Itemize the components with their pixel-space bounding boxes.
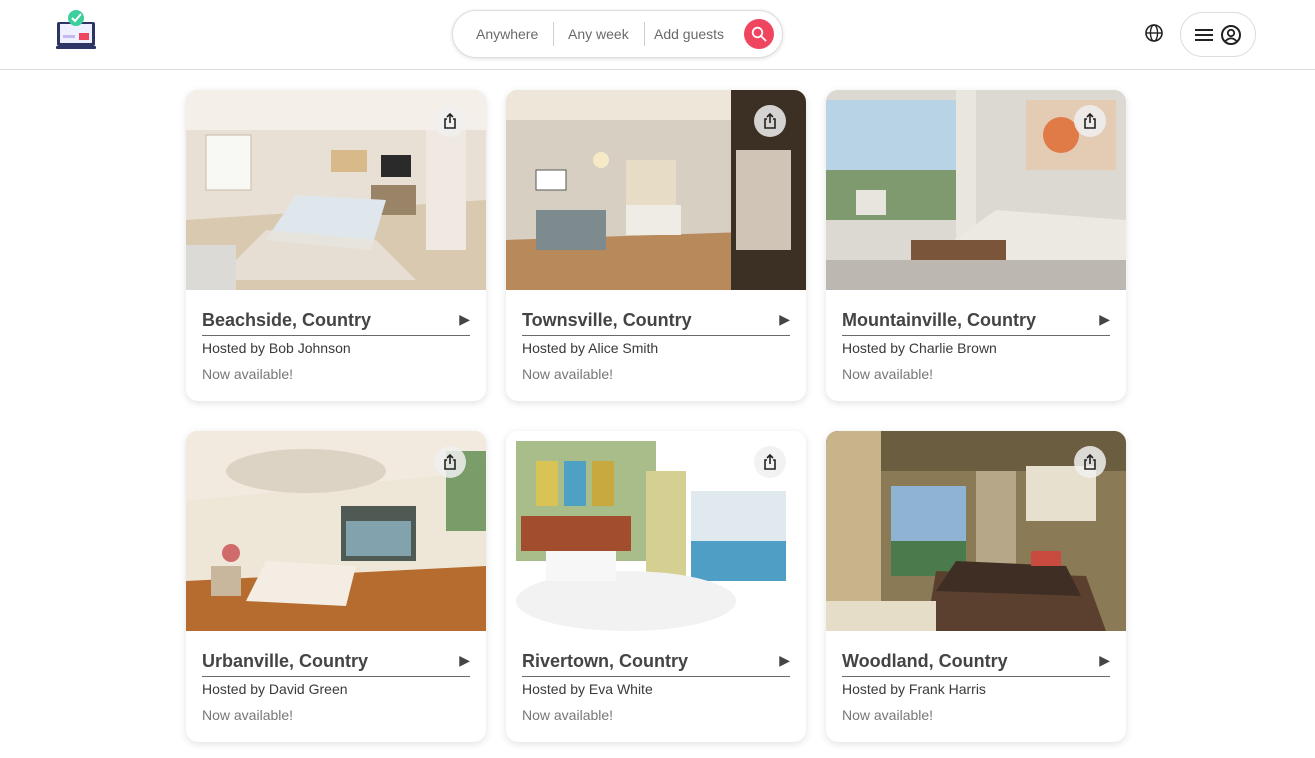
share-icon xyxy=(764,112,776,129)
play-arrow-icon[interactable]: ▶ xyxy=(1099,311,1110,328)
share-button[interactable] xyxy=(754,105,786,137)
listing-host: Hosted by Alice Smith xyxy=(522,340,659,356)
search-add-guests[interactable]: Add guests xyxy=(654,11,724,57)
listing-title-link[interactable]: Woodland, Country ▶ xyxy=(842,649,1110,677)
listing-title-link[interactable]: Townsville, Country ▶ xyxy=(522,308,790,336)
play-arrow-icon[interactable]: ▶ xyxy=(459,311,470,328)
hamburger-icon xyxy=(1195,28,1213,41)
listing-title-link[interactable]: Beachside, Country ▶ xyxy=(202,308,470,336)
listing-host: Hosted by Eva White xyxy=(522,681,653,697)
listing-card[interactable]: Mountainville, Country ▶ Hosted by Charl… xyxy=(826,90,1126,401)
user-circle-icon xyxy=(1221,24,1241,45)
listing-status: Now available! xyxy=(202,366,294,382)
search-divider xyxy=(644,22,645,46)
play-arrow-icon[interactable]: ▶ xyxy=(1099,652,1110,669)
listing-host: Hosted by Frank Harris xyxy=(842,681,986,697)
globe-icon[interactable] xyxy=(1143,22,1165,44)
play-arrow-icon[interactable]: ▶ xyxy=(779,652,790,669)
listing-card[interactable]: Beachside, Country ▶ Hosted by Bob Johns… xyxy=(186,90,486,401)
listing-status: Now available! xyxy=(522,366,614,382)
user-menu-button[interactable] xyxy=(1180,12,1256,57)
search-button[interactable] xyxy=(744,19,774,49)
top-header: Anywhere Any week Add guests xyxy=(0,0,1315,70)
listing-status: Now available! xyxy=(522,707,614,723)
listing-host: Hosted by Charlie Brown xyxy=(842,340,997,356)
search-icon xyxy=(751,26,767,42)
listing-card[interactable]: Townsville, Country ▶ Hosted by Alice Sm… xyxy=(506,90,806,401)
share-button[interactable] xyxy=(754,446,786,478)
share-button[interactable] xyxy=(1074,105,1106,137)
listing-title-link[interactable]: Mountainville, Country ▶ xyxy=(842,308,1110,336)
listing-status: Now available! xyxy=(842,707,934,723)
listing-status: Now available! xyxy=(842,366,934,382)
listing-card[interactable]: Rivertown, Country ▶ Hosted by Eva White… xyxy=(506,431,806,742)
share-icon xyxy=(1084,112,1096,129)
listing-host: Hosted by David Green xyxy=(202,681,348,697)
share-icon xyxy=(1084,453,1096,470)
listing-title: Townsville, Country xyxy=(522,310,692,330)
share-icon xyxy=(444,112,456,129)
app-logo[interactable] xyxy=(56,10,98,52)
share-button[interactable] xyxy=(434,446,466,478)
search-divider xyxy=(553,22,554,46)
listing-title-link[interactable]: Urbanville, Country ▶ xyxy=(202,649,470,677)
listing-title: Mountainville, Country xyxy=(842,310,1037,330)
play-arrow-icon[interactable]: ▶ xyxy=(779,311,790,328)
listing-card[interactable]: Woodland, Country ▶ Hosted by Frank Harr… xyxy=(826,431,1126,742)
share-button[interactable] xyxy=(434,105,466,137)
listing-status: Now available! xyxy=(202,707,294,723)
share-icon xyxy=(764,453,776,470)
share-icon xyxy=(444,453,456,470)
listing-title-link[interactable]: Rivertown, Country ▶ xyxy=(522,649,790,677)
play-arrow-icon[interactable]: ▶ xyxy=(459,652,470,669)
listing-title: Urbanville, Country xyxy=(202,651,369,671)
listing-title: Beachside, Country xyxy=(202,310,372,330)
search-bar[interactable]: Anywhere Any week Add guests xyxy=(452,10,783,58)
search-anywhere[interactable]: Anywhere xyxy=(476,11,538,57)
listing-title: Rivertown, Country xyxy=(522,651,689,671)
search-any-week[interactable]: Any week xyxy=(568,11,629,57)
listing-card[interactable]: Urbanville, Country ▶ Hosted by David Gr… xyxy=(186,431,486,742)
share-button[interactable] xyxy=(1074,446,1106,478)
listing-title: Woodland, Country xyxy=(842,651,1008,671)
listing-host: Hosted by Bob Johnson xyxy=(202,340,351,356)
